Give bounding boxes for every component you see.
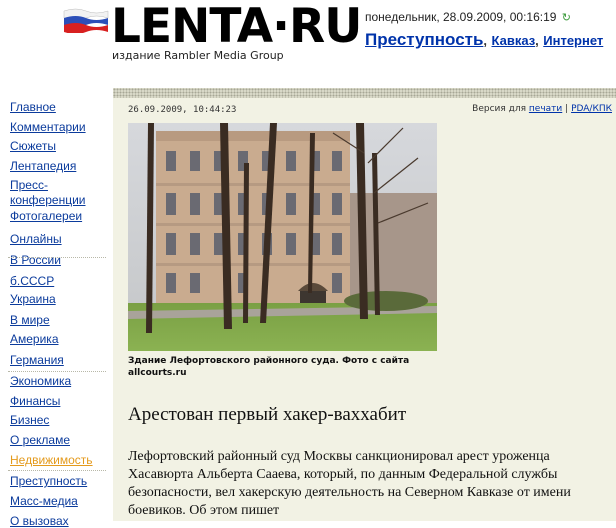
version-links: Версия для печати | PDA/КПК — [472, 104, 612, 114]
pda-version-link[interactable]: PDA/КПК — [571, 104, 612, 114]
russian-flag-icon — [63, 8, 109, 33]
refresh-icon[interactable]: ↻ — [562, 11, 571, 24]
decorative-strip — [113, 88, 616, 98]
sidebar-link[interactable]: Сюжеты — [10, 139, 56, 153]
sidebar-link[interactable]: Бизнес — [10, 413, 49, 427]
sidebar-nav: Главное Комментарии Сюжеты Лентапедия Пресс-… — [0, 90, 112, 528]
sidebar-item: Америка — [10, 332, 59, 346]
sidebar-link[interactable]: Онлайны — [10, 232, 62, 246]
sidebar-link[interactable]: Экономика — [10, 374, 71, 388]
sidebar-link[interactable]: Германия — [10, 353, 64, 367]
sidebar-item: Экономика — [10, 374, 71, 388]
article-timestamp: 26.09.2009, 10:44:23 — [128, 105, 237, 115]
publisher-subline: издание Rambler Media Group — [112, 49, 284, 62]
sidebar-item: Финансы — [10, 394, 60, 408]
sidebar-link[interactable]: О вызовах — [10, 514, 69, 528]
sidebar-item: Германия — [10, 353, 64, 367]
date-text: понедельник, 28.09.2009, 00:16:19 — [365, 10, 557, 24]
sidebar-item: О рекламе — [10, 433, 70, 447]
sidebar-link[interactable]: б.СССР — [10, 274, 54, 288]
sidebar-item: Онлайны — [10, 232, 62, 246]
sidebar-link[interactable]: Лентапедия — [10, 159, 76, 173]
sidebar-link[interactable]: Америка — [10, 332, 59, 346]
sidebar-link[interactable]: Финансы — [10, 394, 60, 408]
sidebar-item: Украина — [10, 292, 56, 306]
article-headline: Арестован первый хакер-ваххабит — [128, 404, 407, 425]
rubric-link[interactable]: Кавказ — [492, 33, 536, 48]
rubric-link[interactable]: Интернет — [543, 33, 603, 48]
current-date: понедельник, 28.09.2009, 00:16:19 ↻ — [365, 10, 571, 24]
sidebar-item: Пресс-конференции — [10, 178, 90, 208]
article-photo — [128, 123, 437, 351]
sidebar-item: Недвижимость — [10, 453, 93, 467]
sidebar-divider — [8, 470, 106, 471]
sidebar-link[interactable]: Главное — [10, 100, 56, 114]
sidebar-link[interactable]: Масс-медиа — [10, 494, 78, 508]
rubric-breadcrumb: Преступность, Кавказ, Интернет — [365, 29, 615, 51]
sidebar-link[interactable]: В России — [10, 253, 61, 267]
sidebar-link[interactable]: Пресс-конференции — [10, 178, 90, 208]
sidebar-item: Бизнес — [10, 413, 49, 427]
site-logo[interactable]: LENTA·RU — [111, 0, 362, 54]
sidebar-link[interactable]: Недвижимость — [10, 453, 93, 467]
article-body: Лефортовский районный суд Москвы санкцио… — [128, 449, 571, 518]
sidebar-link[interactable]: Преступность — [10, 474, 87, 488]
sidebar-item: Сюжеты — [10, 139, 56, 153]
article-area: 26.09.2009, 10:44:23 Версия для печати |… — [113, 98, 616, 521]
photo-caption: Здание Лефортовского районного суда. Фот… — [128, 356, 410, 378]
sidebar-item: Фотогалереи — [10, 209, 82, 223]
sidebar-link[interactable]: Украина — [10, 292, 56, 306]
sidebar-divider — [8, 257, 106, 258]
print-version-link[interactable]: печати — [529, 104, 562, 114]
sidebar-item: Главное — [10, 100, 56, 114]
sidebar-link[interactable]: Фотогалереи — [10, 209, 82, 223]
sidebar-item: О вызовах — [10, 514, 69, 528]
sidebar-link[interactable]: В мире — [10, 313, 50, 327]
sidebar-item: Масс-медиа — [10, 494, 78, 508]
sidebar-link[interactable]: О рекламе — [10, 433, 70, 447]
sidebar-divider — [8, 371, 106, 372]
sidebar-item: В мире — [10, 313, 50, 327]
sidebar-item: В России — [10, 253, 61, 267]
rubric-separator: , — [535, 33, 539, 48]
rubric-separator: , — [483, 33, 488, 48]
version-separator: | — [565, 104, 569, 114]
site-header: LENTA·RU издание Rambler Media Group пон… — [0, 0, 616, 90]
sidebar-item: Преступность — [10, 474, 87, 488]
rubric-link[interactable]: Преступность — [365, 30, 483, 49]
sidebar-item: б.СССР — [10, 274, 54, 288]
version-label: Версия для — [472, 104, 527, 114]
sidebar-link[interactable]: Комментарии — [10, 120, 86, 134]
sidebar-item: Лентапедия — [10, 159, 76, 173]
sidebar-item: Комментарии — [10, 120, 86, 134]
